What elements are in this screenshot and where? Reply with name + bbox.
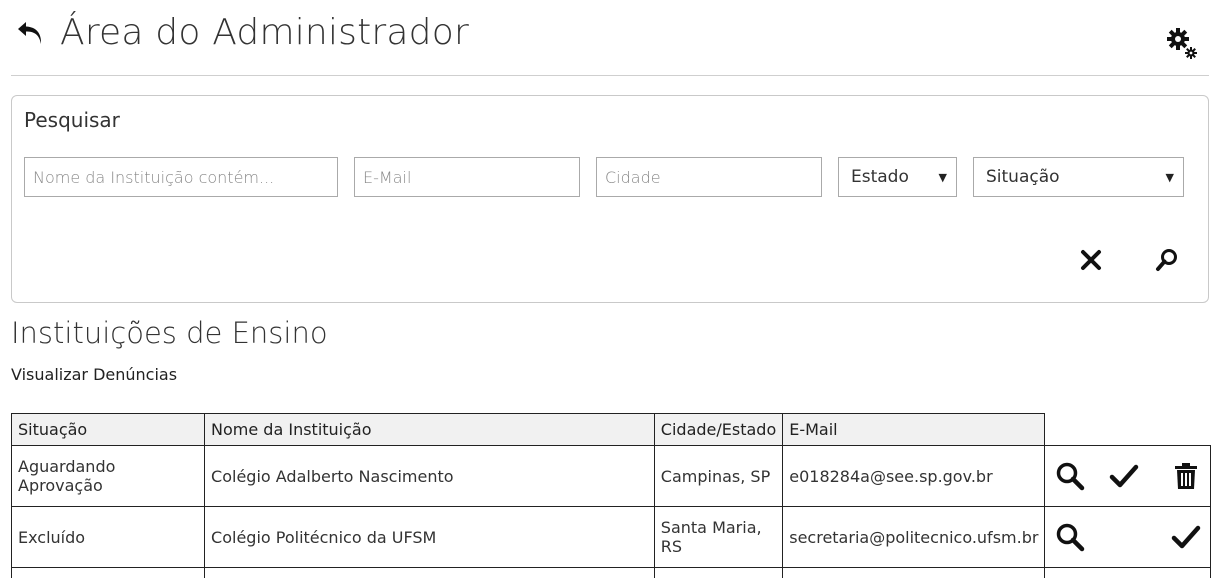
table-row: Aguardando Aprovação Colégio Adalberto N… xyxy=(12,446,1211,507)
state-select-value: Estado xyxy=(851,167,909,187)
status-cell: Aguardando Aprovação xyxy=(12,446,205,507)
institution-name-cell: Colégio Politécnico da UFSM xyxy=(205,507,655,568)
header-divider xyxy=(11,75,1209,76)
page-title: Área do Administrador xyxy=(60,12,469,53)
city-cell: Santa Maria, RS xyxy=(654,507,782,568)
dropdown-arrow-icon: ▼ xyxy=(1166,171,1174,184)
institution-name-input[interactable] xyxy=(24,157,338,197)
check-icon[interactable] xyxy=(1109,461,1139,491)
actions-cell xyxy=(1045,507,1211,568)
header: Área do Administrador xyxy=(0,0,1222,76)
magnifier-icon[interactable] xyxy=(1055,522,1085,552)
view-reports-link[interactable]: Visualizar Denúncias xyxy=(11,365,177,384)
column-header-email: E-Mail xyxy=(783,414,1045,446)
status-select[interactable]: Situação ▼ xyxy=(973,157,1184,197)
city-cell: Campinas, SP xyxy=(654,446,782,507)
city-input[interactable] xyxy=(596,157,822,197)
status-select-value: Situação xyxy=(986,167,1060,187)
search-icon[interactable] xyxy=(1155,248,1179,272)
table-row xyxy=(12,568,1211,578)
dropdown-arrow-icon: ▼ xyxy=(939,171,947,184)
gear-icon[interactable] xyxy=(1164,24,1198,60)
email-cell: secretaria@politecnico.ufsm.br xyxy=(783,507,1045,568)
trash-icon[interactable] xyxy=(1171,461,1201,491)
column-header-city: Cidade/Estado xyxy=(654,414,782,446)
column-header-actions xyxy=(1045,414,1211,446)
email-cell: e018284a@see.sp.gov.br xyxy=(783,446,1045,507)
column-header-name: Nome da Instituição xyxy=(205,414,655,446)
search-panel-title: Pesquisar xyxy=(24,108,120,132)
table-header-row: Situação Nome da Instituição Cidade/Esta… xyxy=(12,414,1211,446)
actions-cell xyxy=(1045,446,1211,507)
status-cell: Excluído xyxy=(12,507,205,568)
search-panel: Pesquisar Estado ▼ Situação ▼ xyxy=(11,95,1209,303)
state-select[interactable]: Estado ▼ xyxy=(838,157,957,197)
section-title: Instituições de Ensino xyxy=(11,316,328,350)
institution-name-cell: Colégio Adalberto Nascimento xyxy=(205,446,655,507)
column-header-status: Situação xyxy=(12,414,205,446)
institutions-table: Situação Nome da Instituição Cidade/Esta… xyxy=(11,413,1211,578)
table-row: Excluído Colégio Politécnico da UFSM San… xyxy=(12,507,1211,568)
close-icon[interactable] xyxy=(1080,249,1102,271)
back-arrow-icon[interactable] xyxy=(16,18,46,48)
check-icon[interactable] xyxy=(1171,522,1201,552)
magnifier-icon[interactable] xyxy=(1055,461,1085,491)
email-input[interactable] xyxy=(354,157,580,197)
